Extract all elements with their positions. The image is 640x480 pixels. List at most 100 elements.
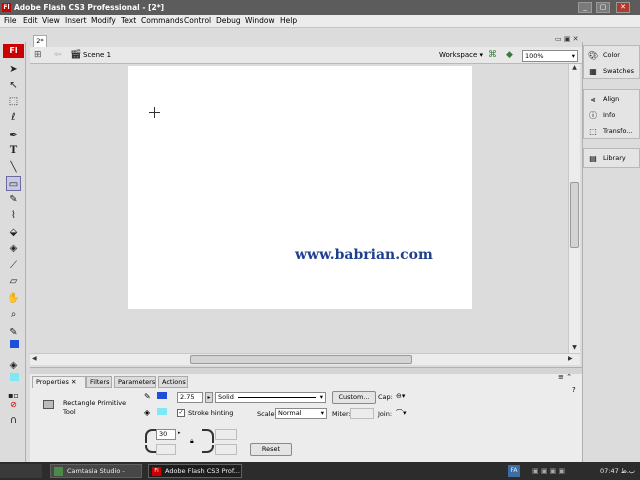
ink-bottle-tool-icon[interactable]: ⬙ (6, 225, 21, 240)
vertical-scroll-thumb[interactable] (570, 182, 579, 248)
menu-control[interactable]: Control (184, 16, 211, 25)
taskbar-item-flash[interactable]: Fl Adobe Flash CS3 Prof... (148, 464, 242, 478)
vertical-scrollbar[interactable]: ▲ ▼ (568, 64, 580, 353)
miter-input[interactable] (350, 408, 374, 419)
stroke-width-slider-icon[interactable]: ▸ (205, 392, 213, 403)
snap-to-objects-icon[interactable]: ∩ (6, 413, 21, 428)
crosshair-cursor-icon (149, 107, 160, 118)
language-indicator-icon[interactable]: FA (508, 465, 520, 477)
stroke-style-select[interactable]: Solid ▾ (215, 392, 326, 403)
properties-panel-header[interactable] (30, 368, 582, 374)
back-arrow-icon[interactable]: ⇦ (54, 49, 66, 61)
zoom-tool-icon[interactable]: ⌕ (6, 307, 21, 322)
help-icon[interactable]: ? (572, 386, 580, 394)
scene-label[interactable]: Scene 1 (83, 51, 111, 59)
menu-help[interactable]: Help (280, 16, 297, 25)
zoom-select[interactable]: 100% ▾ (522, 50, 578, 62)
corner-radius-bottom-left-input[interactable] (156, 444, 176, 455)
stroke-color-swatch[interactable] (10, 340, 19, 348)
stroke-hinting-label: Stroke hinting (188, 409, 234, 417)
stage-canvas[interactable] (128, 66, 472, 309)
corner-radius-slider-icon[interactable]: ▸ (178, 430, 184, 436)
menu-file[interactable]: File (4, 16, 17, 25)
edit-scene-icon[interactable]: ⌘ (488, 49, 502, 61)
stroke-hinting-checkbox[interactable]: ✓ (177, 409, 185, 417)
start-button[interactable] (0, 464, 42, 478)
custom-button[interactable]: Custom... (332, 391, 376, 404)
line-tool-icon[interactable]: ╲ (6, 160, 21, 175)
taskbar-item-camtasia[interactable]: Camtasia Studio - Unt... (50, 464, 142, 480)
panel-transform[interactable]: ⬚ Transfo... (586, 124, 640, 139)
scale-select[interactable]: Normal ▾ (275, 408, 327, 419)
tab-properties[interactable]: Properties ✕ (32, 376, 86, 388)
corner-radius-input[interactable]: 30 (156, 429, 176, 440)
panel-library[interactable]: ▤ Library (586, 151, 640, 166)
eyedropper-tool-icon[interactable]: ⟋ (6, 258, 21, 273)
horizontal-scroll-thumb[interactable] (190, 355, 412, 364)
cap-select[interactable]: ⊖▾ (396, 392, 410, 402)
hand-tool-icon[interactable]: ✋ (6, 291, 21, 306)
free-transform-tool-icon[interactable]: ⬚ (6, 94, 21, 109)
tab-filters[interactable]: Filters (86, 376, 112, 388)
scroll-down-icon[interactable]: ▼ (570, 344, 579, 353)
timeline-toggle-icon[interactable]: ⊞ (34, 49, 46, 61)
menu-edit[interactable]: Edit (23, 16, 38, 25)
app-toolbox-button[interactable]: Fl (3, 44, 24, 58)
reset-button[interactable]: Reset (250, 443, 292, 456)
join-select[interactable]: ⌒▾ (396, 408, 410, 418)
stroke-color-pencil-icon[interactable]: ✎ (6, 325, 21, 340)
scroll-left-icon[interactable]: ◀ (32, 355, 41, 364)
menu-commands[interactable]: Commands (141, 16, 183, 25)
stroke-width-input[interactable]: 2.75 (177, 392, 203, 403)
window-title: Adobe Flash CS3 Professional - [2*] (14, 3, 165, 12)
fill-color-bucket-icon[interactable]: ◈ (6, 358, 21, 373)
paint-bucket-tool-icon[interactable]: ◈ (6, 241, 21, 256)
stroke-color-chip[interactable] (157, 392, 167, 399)
fill-color-chip[interactable] (157, 408, 167, 415)
panel-color[interactable]: 🎨︎ Color (586, 48, 640, 63)
panel-swatches[interactable]: ▦ Swatches (586, 64, 640, 79)
menu-text[interactable]: Text (121, 16, 136, 25)
fill-color-swatch[interactable] (10, 373, 19, 381)
eraser-tool-icon[interactable]: ▱ (6, 274, 21, 289)
workspace-menu[interactable]: Workspace ▾ (439, 51, 483, 59)
pencil-tool-icon[interactable]: ✎ (6, 192, 21, 207)
scroll-right-icon[interactable]: ▶ (568, 355, 577, 364)
text-tool-icon[interactable]: T (6, 143, 21, 158)
document-window-controls[interactable]: ▭ ▣ ✕ (555, 35, 583, 45)
lock-corner-radius-icon[interactable]: 🔒︎ (190, 437, 198, 445)
menu-debug[interactable]: Debug (216, 16, 241, 25)
menu-view[interactable]: View (42, 16, 60, 25)
menu-modify[interactable]: Modify (91, 16, 116, 25)
subselection-tool-icon[interactable]: ↖ (6, 78, 21, 93)
corner-radius-bottom-right-input[interactable] (215, 444, 237, 455)
selection-tool-icon[interactable]: ➤ (6, 62, 21, 77)
no-color-icon[interactable]: ⊘ (6, 397, 21, 412)
document-tab[interactable]: 2* (33, 35, 47, 47)
rectangle-primitive-tool-icon[interactable]: ▭ (6, 176, 21, 191)
maximize-button[interactable]: ▢ (596, 2, 610, 13)
horizontal-scrollbar[interactable]: ◀ ▶ (30, 353, 580, 365)
panel-info[interactable]: ⓘ Info (586, 108, 640, 123)
clock: 07:47 ب.ظ (600, 467, 636, 475)
tab-actions[interactable]: Actions (158, 376, 188, 388)
pen-tool-icon[interactable]: ✒ (6, 128, 21, 143)
tab-parameters[interactable]: Parameters (114, 376, 156, 388)
corner-radius-top-right-input[interactable] (215, 429, 237, 440)
menu-insert[interactable]: Insert (65, 16, 87, 25)
miter-label: Miter: (332, 410, 351, 418)
library-icon: ▤ (589, 154, 597, 163)
lasso-tool-icon[interactable]: ℓ (6, 110, 21, 125)
taskbar: Camtasia Studio - Unt... FlAdobe Flash C… (0, 462, 640, 480)
brush-tool-icon[interactable]: ⌇ (6, 208, 21, 223)
minimize-button[interactable]: _ (578, 2, 592, 13)
panel-align[interactable]: ⫷ Align (586, 92, 640, 107)
close-button[interactable]: ✕ (616, 2, 630, 13)
panel-options-icon[interactable]: ≡ ⌃ (558, 373, 578, 381)
system-tray-icons[interactable]: ▣ ▣ ▣ ▣ (532, 466, 592, 476)
edit-symbols-icon[interactable]: ◆ (506, 49, 520, 61)
close-tab-icon[interactable]: ✕ (71, 378, 76, 386)
menu-window[interactable]: Window (245, 16, 275, 25)
stroke-pencil-icon: ✎ (144, 392, 151, 401)
scroll-up-icon[interactable]: ▲ (570, 64, 579, 73)
